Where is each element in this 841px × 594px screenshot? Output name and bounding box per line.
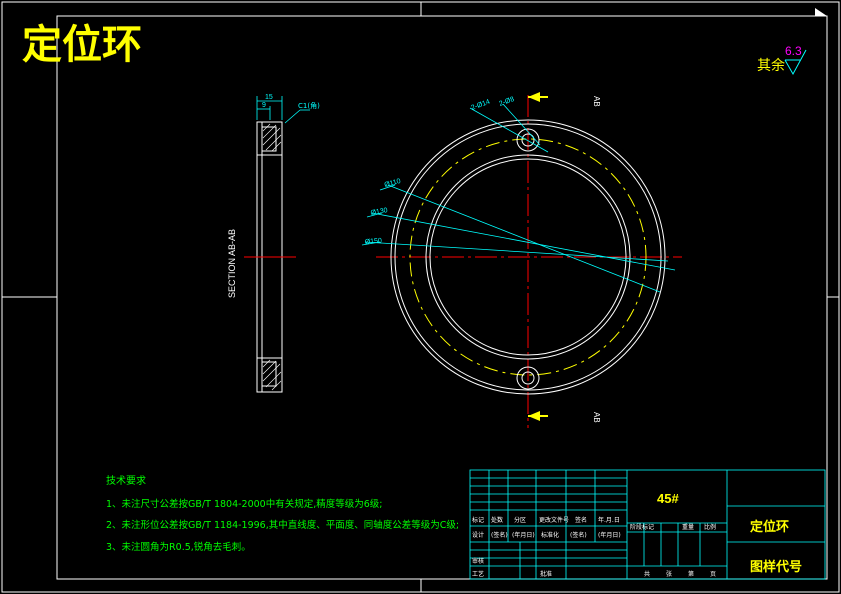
tb-stage-header: 阶段标记 — [630, 523, 654, 531]
tb-stage-header: 重量 — [682, 523, 694, 531]
tb-row1-cell: 签名 — [575, 516, 587, 524]
tb-row1-cell: 标记 — [472, 516, 484, 524]
dim-holes-a: 2-Ø14 — [470, 99, 491, 112]
inner-frame — [56, 15, 828, 580]
drawing-sheet: 定位环 其余 6.3 15 9 C1(角) SECTION AB-AB AB A… — [1, 1, 840, 593]
tb-sheet-info: 页 — [710, 571, 716, 578]
tb-row2-cell: (年月日) — [512, 531, 535, 539]
dim-width-inner: 9 — [262, 102, 266, 109]
tb-row1-cell: 处数 — [491, 516, 503, 524]
tb-row4-cell: 批准 — [540, 570, 552, 578]
note-item: 1、未注尺寸公差按GB/T 1804-2000中有关规定,精度等级为6级; — [106, 498, 383, 510]
tb-stage-header: 比例 — [704, 523, 716, 531]
tb-row1-cell: 年.月.日 — [598, 516, 620, 524]
tb-part-name: 定位环 — [749, 519, 789, 535]
tb-row2-cell: (签名) — [570, 531, 587, 539]
tb-row2-cell: (年月日) — [598, 531, 621, 539]
section-label: SECTION AB-AB — [227, 229, 237, 298]
roughness-prefix: 其余 — [757, 57, 785, 74]
tb-sheet-info: 张 — [666, 570, 672, 578]
roughness-value: 6.3 — [785, 44, 802, 58]
dim-width-total: 15 — [265, 94, 273, 101]
tb-row3-cell: 审核 — [472, 557, 484, 565]
orientation-mark — [815, 8, 827, 16]
note-item: 2、未注形位公差按GB/T 1184-1996,其中直线度、平面度、同轴度公差等… — [106, 519, 459, 531]
tb-row2-cell: 标准化 — [541, 531, 559, 539]
dim-chamfer: C1(角) — [298, 101, 320, 110]
front-view — [361, 92, 682, 428]
tb-material: 45# — [657, 491, 679, 506]
notes-heading: 技术要求 — [106, 474, 146, 487]
dim-d3: Ø150 — [365, 238, 383, 246]
section-mark-top: AB — [592, 96, 601, 107]
tb-row1-cell: 更改文件号 — [539, 516, 569, 524]
section-view — [244, 96, 310, 393]
tb-row2-cell: 设计 — [472, 531, 484, 539]
tb-row1-cell: 分区 — [514, 516, 526, 524]
section-mark-bottom: AB — [592, 412, 601, 423]
tb-row2-cell: (签名) — [491, 531, 508, 539]
tb-drawing-code: 图样代号 — [750, 559, 802, 575]
tb-sheet-info: 共 — [644, 570, 650, 578]
tb-row4-cell: 工艺 — [472, 570, 484, 578]
drawing-title: 定位环 — [22, 22, 142, 68]
note-item: 3、未注圆角为R0.5,锐角去毛刺。 — [106, 541, 251, 553]
tb-sheet-info: 第 — [688, 570, 694, 578]
dim-holes-b: 2-Ø8 — [498, 96, 515, 108]
